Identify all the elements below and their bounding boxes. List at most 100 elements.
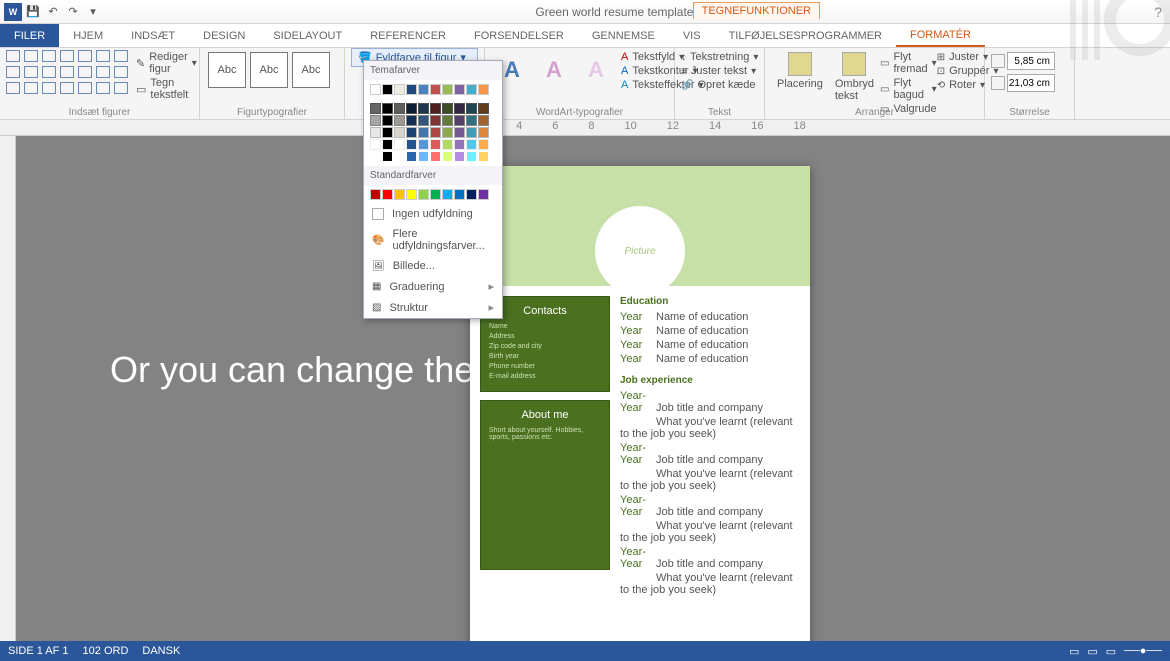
view-read-icon[interactable]: ▭ xyxy=(1069,645,1079,658)
help-icon[interactable]: ? xyxy=(1154,4,1162,20)
color-swatch[interactable] xyxy=(406,103,417,114)
color-swatch[interactable] xyxy=(430,84,441,95)
color-swatch[interactable] xyxy=(394,151,405,162)
color-swatch[interactable] xyxy=(442,115,453,126)
color-swatch[interactable] xyxy=(394,189,405,200)
texture-button[interactable]: ▨ Struktur▸ xyxy=(364,297,502,318)
text-direction-button[interactable]: ↕ Tekstretning ▾ xyxy=(681,50,758,64)
color-swatch[interactable] xyxy=(370,84,381,95)
color-swatch[interactable] xyxy=(466,103,477,114)
color-swatch[interactable] xyxy=(442,103,453,114)
color-swatch[interactable] xyxy=(382,115,393,126)
view-print-icon[interactable]: ▭ xyxy=(1087,645,1097,658)
color-swatch[interactable] xyxy=(466,115,477,126)
color-swatch[interactable] xyxy=(406,115,417,126)
color-swatch[interactable] xyxy=(370,127,381,138)
tab-references[interactable]: REFERENCER xyxy=(356,24,460,47)
qat-more-icon[interactable]: ▾ xyxy=(84,3,102,21)
color-swatch[interactable] xyxy=(418,189,429,200)
color-swatch[interactable] xyxy=(430,127,441,138)
color-swatch[interactable] xyxy=(430,151,441,162)
color-swatch[interactable] xyxy=(382,127,393,138)
color-swatch[interactable] xyxy=(370,189,381,200)
more-colors-button[interactable]: 🎨 Flere udfyldningsfarver... xyxy=(364,224,502,256)
color-swatch[interactable] xyxy=(406,127,417,138)
color-swatch[interactable] xyxy=(370,103,381,114)
color-swatch[interactable] xyxy=(478,103,489,114)
zoom-slider[interactable]: ──●── xyxy=(1124,645,1162,657)
tab-view[interactable]: VIS xyxy=(669,24,715,47)
tab-review[interactable]: GENNEMSE xyxy=(578,24,669,47)
color-swatch[interactable] xyxy=(478,127,489,138)
word-icon[interactable]: W xyxy=(4,3,22,21)
color-swatch[interactable] xyxy=(454,103,465,114)
view-web-icon[interactable]: ▭ xyxy=(1106,645,1116,658)
color-swatch[interactable] xyxy=(370,115,381,126)
color-swatch[interactable] xyxy=(418,127,429,138)
save-icon[interactable]: 💾 xyxy=(24,3,42,21)
color-swatch[interactable] xyxy=(382,103,393,114)
about-box[interactable]: About me Short about yourself. Hobbies, … xyxy=(480,400,610,570)
tab-design[interactable]: DESIGN xyxy=(189,24,259,47)
color-swatch[interactable] xyxy=(418,84,429,95)
color-swatch[interactable] xyxy=(478,84,489,95)
page-count[interactable]: SIDE 1 AF 1 xyxy=(8,645,69,657)
color-swatch[interactable] xyxy=(466,189,477,200)
color-swatch[interactable] xyxy=(406,139,417,150)
align-text-button[interactable]: ≡ Juster tekst ▾ xyxy=(681,64,758,78)
color-swatch[interactable] xyxy=(406,189,417,200)
color-swatch[interactable] xyxy=(370,151,381,162)
color-swatch[interactable] xyxy=(442,127,453,138)
undo-icon[interactable]: ↶ xyxy=(44,3,62,21)
color-swatch[interactable] xyxy=(454,151,465,162)
color-swatch[interactable] xyxy=(370,139,381,150)
wordart-gallery[interactable]: AAA xyxy=(491,50,617,92)
color-swatch[interactable] xyxy=(478,139,489,150)
word-count[interactable]: 102 ORD xyxy=(83,645,129,657)
color-swatch[interactable] xyxy=(382,189,393,200)
color-swatch[interactable] xyxy=(382,139,393,150)
language[interactable]: DANSK xyxy=(142,645,180,657)
redo-icon[interactable]: ↷ xyxy=(64,3,82,21)
color-swatch[interactable] xyxy=(454,127,465,138)
color-swatch[interactable] xyxy=(430,189,441,200)
color-swatch[interactable] xyxy=(382,151,393,162)
color-swatch[interactable] xyxy=(442,189,453,200)
color-swatch[interactable] xyxy=(442,139,453,150)
shape-style[interactable]: Abc xyxy=(208,52,246,88)
color-swatch[interactable] xyxy=(418,103,429,114)
document-page[interactable]: Picture Contacts Name Address Zip code a… xyxy=(470,166,810,656)
color-swatch[interactable] xyxy=(418,151,429,162)
gradient-button[interactable]: ▦ Graduering▸ xyxy=(364,276,502,297)
color-swatch[interactable] xyxy=(430,139,441,150)
color-swatch[interactable] xyxy=(382,84,393,95)
create-link-button[interactable]: 🔗 Opret kæde xyxy=(681,78,758,92)
tab-mailings[interactable]: FORSENDELSER xyxy=(460,24,578,47)
color-swatch[interactable] xyxy=(454,115,465,126)
color-swatch[interactable] xyxy=(478,189,489,200)
draw-textbox-button[interactable]: ▭Tegn tekstfelt xyxy=(136,76,197,102)
send-backward-button[interactable]: ▭ Flyt bagud ▾ xyxy=(880,76,937,102)
shape-style[interactable]: Abc xyxy=(292,52,330,88)
color-swatch[interactable] xyxy=(478,151,489,162)
color-swatch[interactable] xyxy=(394,84,405,95)
tab-addins[interactable]: TILFØJELSESPROGRAMMER xyxy=(715,24,896,47)
color-swatch[interactable] xyxy=(466,84,477,95)
color-swatch[interactable] xyxy=(418,115,429,126)
color-swatch[interactable] xyxy=(394,103,405,114)
edit-shape-button[interactable]: ✎Rediger figur ▾ xyxy=(136,50,197,76)
bring-forward-button[interactable]: ▭ Flyt fremad ▾ xyxy=(880,50,937,76)
shape-style[interactable]: Abc xyxy=(250,52,288,88)
color-swatch[interactable] xyxy=(430,103,441,114)
height-input[interactable] xyxy=(1007,52,1055,70)
tab-layout[interactable]: SIDELAYOUT xyxy=(259,24,356,47)
color-swatch[interactable] xyxy=(442,151,453,162)
color-swatch[interactable] xyxy=(478,115,489,126)
color-swatch[interactable] xyxy=(394,115,405,126)
color-swatch[interactable] xyxy=(406,151,417,162)
color-swatch[interactable] xyxy=(406,84,417,95)
color-swatch[interactable] xyxy=(466,151,477,162)
picture-fill-button[interactable]: 🖼 Billede... xyxy=(364,256,502,276)
color-swatch[interactable] xyxy=(466,127,477,138)
color-swatch[interactable] xyxy=(454,84,465,95)
